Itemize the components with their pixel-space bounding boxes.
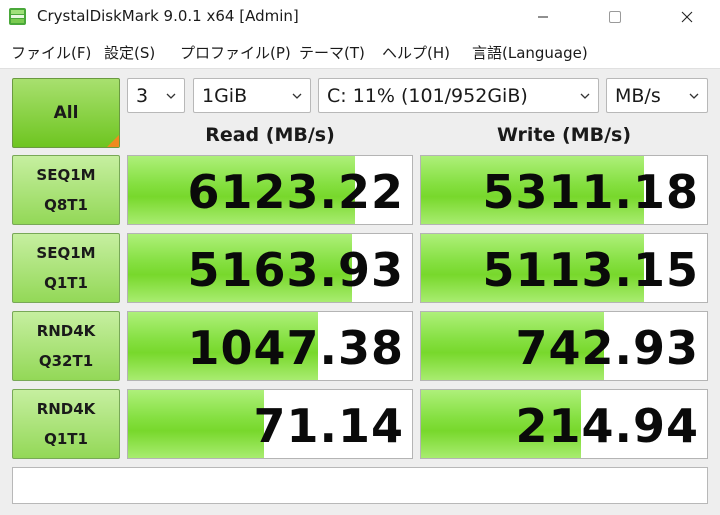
write-result-value: 742.93 (515, 321, 699, 375)
test-label-line2: Q8T1 (44, 196, 88, 214)
test-label-line1: SEQ1M (36, 244, 96, 262)
chevron-down-icon (689, 93, 699, 99)
title-bar: CrystalDiskMark 9.0.1 x64 [Admin] (0, 0, 720, 34)
read-result-cell: 1047.38 (127, 311, 413, 381)
read-result-cell: 5163.93 (127, 233, 413, 303)
test-label-line2: Q1T1 (44, 274, 88, 292)
menu-help[interactable]: ヘルプ(H) (382, 42, 450, 63)
write-result-value: 5311.18 (482, 165, 699, 219)
maximize-button[interactable] (592, 0, 638, 34)
read-result-value: 71.14 (253, 399, 404, 453)
menu-profile[interactable]: プロファイル(P) (180, 42, 291, 63)
write-column-header: Write (MB/s) (496, 124, 632, 146)
read-result-value: 6123.22 (187, 165, 404, 219)
drive-value: C: 11% (101/952GiB) (327, 84, 528, 107)
test-label-line2: Q32T1 (38, 352, 94, 370)
write-result-cell: 742.93 (420, 311, 708, 381)
chevron-down-icon (580, 93, 590, 99)
test-button-seq1m-q1t1[interactable]: SEQ1M Q1T1 (12, 233, 120, 303)
menu-language[interactable]: 言語(Language) (472, 42, 588, 63)
close-button[interactable] (664, 0, 710, 34)
test-button-rnd4k-q32t1[interactable]: RND4K Q32T1 (12, 311, 120, 381)
test-label-line1: RND4K (36, 322, 96, 340)
read-result-cell: 6123.22 (127, 155, 413, 225)
all-button-label: All (53, 103, 79, 123)
drive-select[interactable]: C: 11% (101/952GiB) (318, 78, 599, 113)
write-result-value: 5113.15 (482, 243, 699, 297)
comment-input[interactable] (12, 467, 708, 504)
app-icon (9, 8, 26, 25)
chevron-down-icon (292, 93, 302, 99)
test-size-value: 1GiB (202, 84, 248, 107)
maximize-icon (609, 11, 621, 23)
test-size-select[interactable]: 1GiB (193, 78, 311, 113)
read-column-header: Read (MB/s) (205, 124, 335, 146)
write-result-cell: 5311.18 (420, 155, 708, 225)
close-icon (681, 11, 693, 23)
minimize-icon (538, 16, 548, 18)
read-result-value: 1047.38 (187, 321, 404, 375)
read-result-bar (128, 390, 265, 458)
write-result-cell: 5113.15 (420, 233, 708, 303)
unit-select[interactable]: MB/s (606, 78, 708, 113)
menu-settings[interactable]: 設定(S) (104, 42, 155, 63)
menu-theme[interactable]: テーマ(T) (299, 42, 365, 63)
test-button-rnd4k-q1t1[interactable]: RND4K Q1T1 (12, 389, 120, 459)
write-result-value: 214.94 (515, 399, 699, 453)
unit-value: MB/s (615, 84, 661, 107)
window-title: CrystalDiskMark 9.0.1 x64 [Admin] (37, 7, 299, 25)
all-corner-mark (107, 135, 119, 147)
test-label-line1: RND4K (36, 400, 96, 418)
all-button[interactable]: All (12, 78, 120, 148)
read-result-value: 5163.93 (187, 243, 404, 297)
menu-file[interactable]: ファイル(F) (11, 42, 91, 63)
test-count-select[interactable]: 3 (127, 78, 185, 113)
write-result-cell: 214.94 (420, 389, 708, 459)
read-result-cell: 71.14 (127, 389, 413, 459)
test-button-seq1m-q8t1[interactable]: SEQ1M Q8T1 (12, 155, 120, 225)
test-label-line1: SEQ1M (36, 166, 96, 184)
test-label-line2: Q1T1 (44, 430, 88, 448)
minimize-button[interactable] (520, 0, 566, 34)
chevron-down-icon (166, 93, 176, 99)
menu-bar: ファイル(F) 設定(S) プロファイル(P) テーマ(T) ヘルプ(H) 言語… (0, 34, 720, 68)
test-count-value: 3 (136, 84, 149, 107)
